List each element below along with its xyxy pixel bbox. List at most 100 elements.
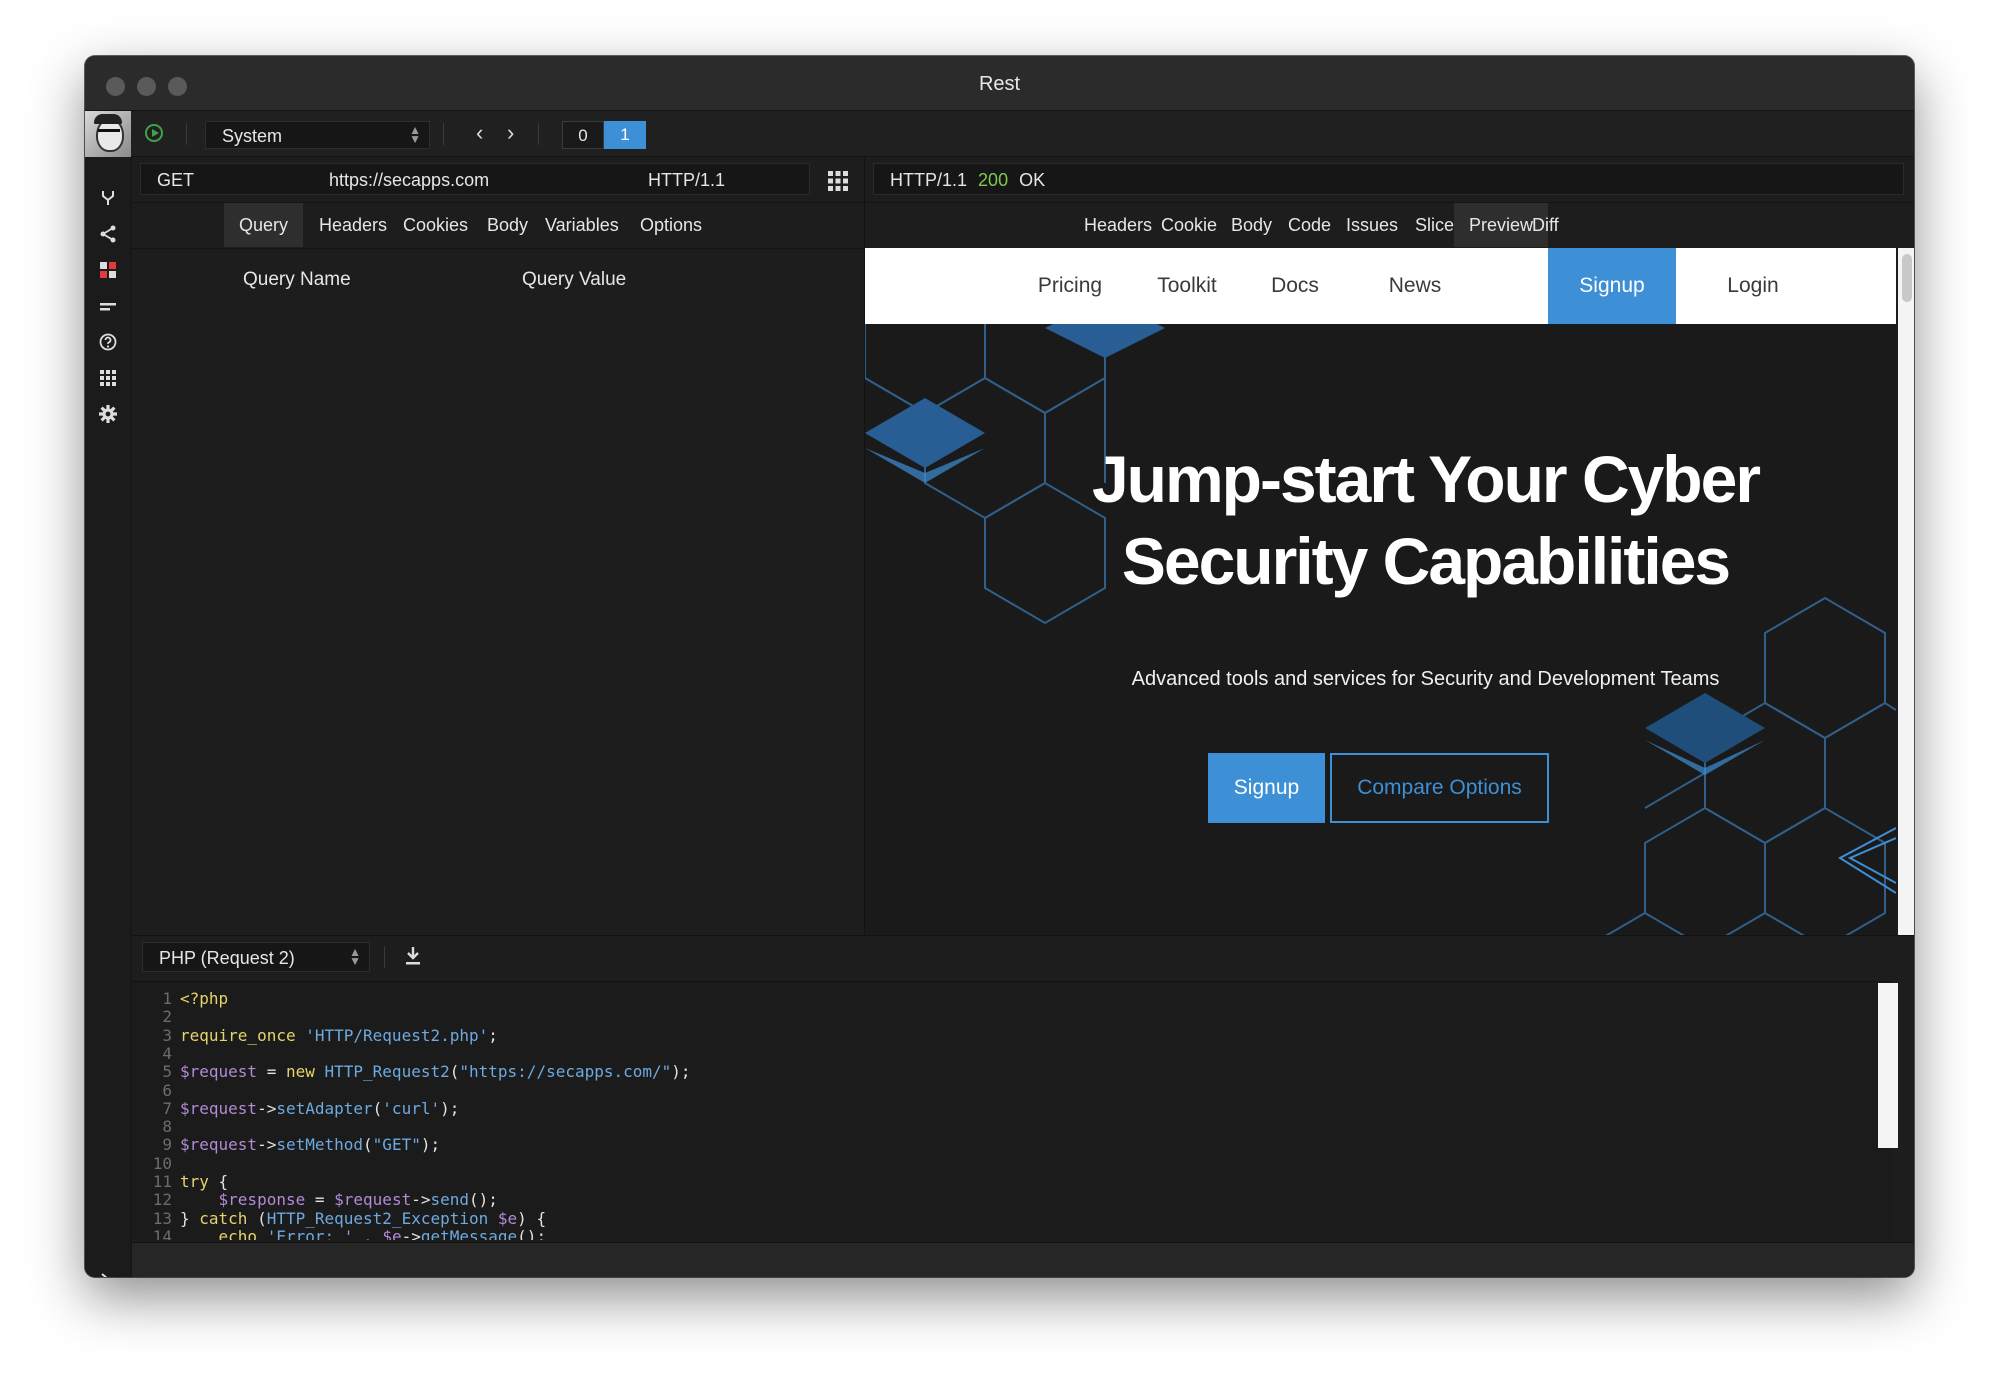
code-line: 14 echo 'Error: ' . $e->getMessage(); xyxy=(132,1226,546,1240)
code-token: -> xyxy=(257,1098,277,1118)
lines-icon[interactable] xyxy=(85,291,131,321)
code-editor[interactable]: 1 <?php 2 3 require_once 'HTTP/Request2.php'… xyxy=(132,981,1892,1240)
code-token: -> xyxy=(401,1226,421,1240)
preview-scrollbar[interactable] xyxy=(1898,248,1914,935)
preview-headline: Jump-start Your Cyber Security Capabilit… xyxy=(865,438,1896,602)
help-icon[interactable] xyxy=(85,327,131,357)
preview-nav: Pricing Toolkit Docs News Signup Login xyxy=(865,248,1896,324)
code-token: <?php xyxy=(180,989,229,1008)
preview-nav-news[interactable]: News xyxy=(1360,248,1470,324)
environment-select[interactable]: System ▲ ▼ xyxy=(205,121,430,149)
code-token: 'curl' xyxy=(382,1098,441,1118)
code-token: new xyxy=(285,1062,325,1082)
line-number: 3 xyxy=(162,1025,172,1045)
line-number: 8 xyxy=(162,1117,172,1137)
tab-response-diff[interactable]: Diff xyxy=(1517,203,1574,247)
code-token: setAdapter xyxy=(276,1098,373,1118)
download-icon[interactable] xyxy=(404,946,422,971)
title-bar: Rest xyxy=(85,56,1914,111)
code-token: 'HTTP/Request2.php' xyxy=(305,1025,489,1045)
code-token: = xyxy=(257,1062,286,1082)
preview-signup-button[interactable]: Signup xyxy=(1208,753,1325,823)
apps-icon[interactable] xyxy=(85,363,131,393)
code-token: -> xyxy=(411,1190,431,1210)
response-pane: HTTP/1.1 200 OK Headers Cookie Body Code… xyxy=(865,157,1914,935)
chevron-right-icon[interactable] xyxy=(85,1264,125,1277)
code-token: $request xyxy=(180,1098,258,1118)
status-text: OK xyxy=(1019,170,1046,190)
tab-cookies[interactable]: Cookies xyxy=(388,203,483,247)
gear-icon[interactable] xyxy=(85,399,131,429)
code-token: ( xyxy=(372,1098,383,1118)
preview-nav-login[interactable]: Login xyxy=(1693,248,1813,324)
tab-query[interactable]: Query xyxy=(224,203,304,247)
code-token: catch xyxy=(199,1208,258,1228)
line-number: 9 xyxy=(162,1135,172,1155)
code-token: $e xyxy=(382,1226,402,1240)
protocol-select[interactable]: HTTP/1.1 xyxy=(648,170,725,191)
code-line: 11 try { xyxy=(132,1173,228,1191)
environment-value: System xyxy=(222,126,283,146)
line-number: 12 xyxy=(152,1190,172,1210)
code-token: $e xyxy=(497,1208,518,1228)
code-token: ); xyxy=(420,1135,441,1155)
preview-nav-pricing[interactable]: Pricing xyxy=(1010,248,1130,324)
preview-compare-button[interactable]: Compare Options xyxy=(1330,753,1549,823)
code-line: 3 require_once 'HTTP/Request2.php'; xyxy=(132,1025,498,1045)
share-icon[interactable] xyxy=(85,219,131,249)
branch-icon[interactable] xyxy=(85,183,131,213)
dashboard-icon[interactable] xyxy=(85,255,131,285)
counter-1[interactable]: 1 xyxy=(604,121,646,149)
language-value: PHP (Request 2) xyxy=(159,948,295,968)
code-line: 9 $request->setMethod("GET"); xyxy=(132,1136,440,1154)
avatar[interactable] xyxy=(85,111,131,157)
code-token: 'Error: ' xyxy=(266,1226,354,1240)
code-token: "GET" xyxy=(372,1135,421,1155)
preview-nav-signup[interactable]: Signup xyxy=(1548,248,1676,324)
tab-options[interactable]: Options xyxy=(625,203,717,247)
code-scrollbar[interactable] xyxy=(1878,983,1898,1148)
tab-variables[interactable]: Variables xyxy=(530,203,634,247)
window-title: Rest xyxy=(978,73,1021,95)
code-token: $response xyxy=(218,1190,306,1210)
code-token: "https://secapps.com/" xyxy=(459,1062,672,1082)
language-select[interactable]: PHP (Request 2) ▲ ▼ xyxy=(142,942,370,972)
code-line: 5 $request = new HTTP_Request2("https://s… xyxy=(132,1062,691,1082)
back-arrow-icon[interactable]: ‹ xyxy=(476,120,483,146)
method-select[interactable]: GET xyxy=(157,170,194,191)
url-input[interactable]: https://secapps.com xyxy=(329,170,489,191)
line-number: 14 xyxy=(152,1226,172,1240)
code-line: 1 <?php xyxy=(132,990,228,1008)
code-token: ); xyxy=(671,1062,691,1082)
preview-nav-toolkit[interactable]: Toolkit xyxy=(1137,248,1237,324)
request-url-bar[interactable]: GET https://secapps.com HTTP/1.1 xyxy=(140,163,810,195)
status-footer xyxy=(132,1242,1914,1277)
forward-arrow-icon[interactable]: › xyxy=(507,120,514,146)
request-pane: GET https://secapps.com HTTP/1.1 Query H… xyxy=(132,157,865,935)
code-token: HTTP_Request2 xyxy=(324,1062,450,1082)
response-tabs: Headers Cookie Body Code Issues Slice Pr… xyxy=(865,202,1914,249)
preview-nav-docs[interactable]: Docs xyxy=(1245,248,1345,324)
code-token: $request xyxy=(334,1190,412,1210)
code-token: ) { xyxy=(517,1208,547,1228)
code-token: . xyxy=(353,1226,383,1240)
code-line: 12 $response = $request->send(); xyxy=(132,1191,498,1209)
status-code: 200 xyxy=(978,170,1009,190)
grid-icon[interactable] xyxy=(828,171,850,193)
counter-0[interactable]: 0 xyxy=(562,121,604,149)
code-line: 4 xyxy=(132,1044,180,1063)
preview-subheading: Advanced tools and services for Security… xyxy=(1131,668,1720,690)
response-protocol: HTTP/1.1 xyxy=(890,170,968,190)
code-token: $request xyxy=(180,1135,258,1155)
line-number: 5 xyxy=(162,1062,172,1082)
code-token: ( xyxy=(257,1208,267,1228)
code-line: 7 $request->setAdapter('curl'); xyxy=(132,1098,459,1118)
line-number: 2 xyxy=(162,1007,172,1027)
play-icon[interactable] xyxy=(145,124,163,142)
code-token: send xyxy=(430,1190,469,1210)
code-token: { xyxy=(218,1172,229,1191)
code-token: setMethod xyxy=(276,1135,364,1155)
response-status-bar: HTTP/1.1 200 OK xyxy=(873,163,1904,195)
